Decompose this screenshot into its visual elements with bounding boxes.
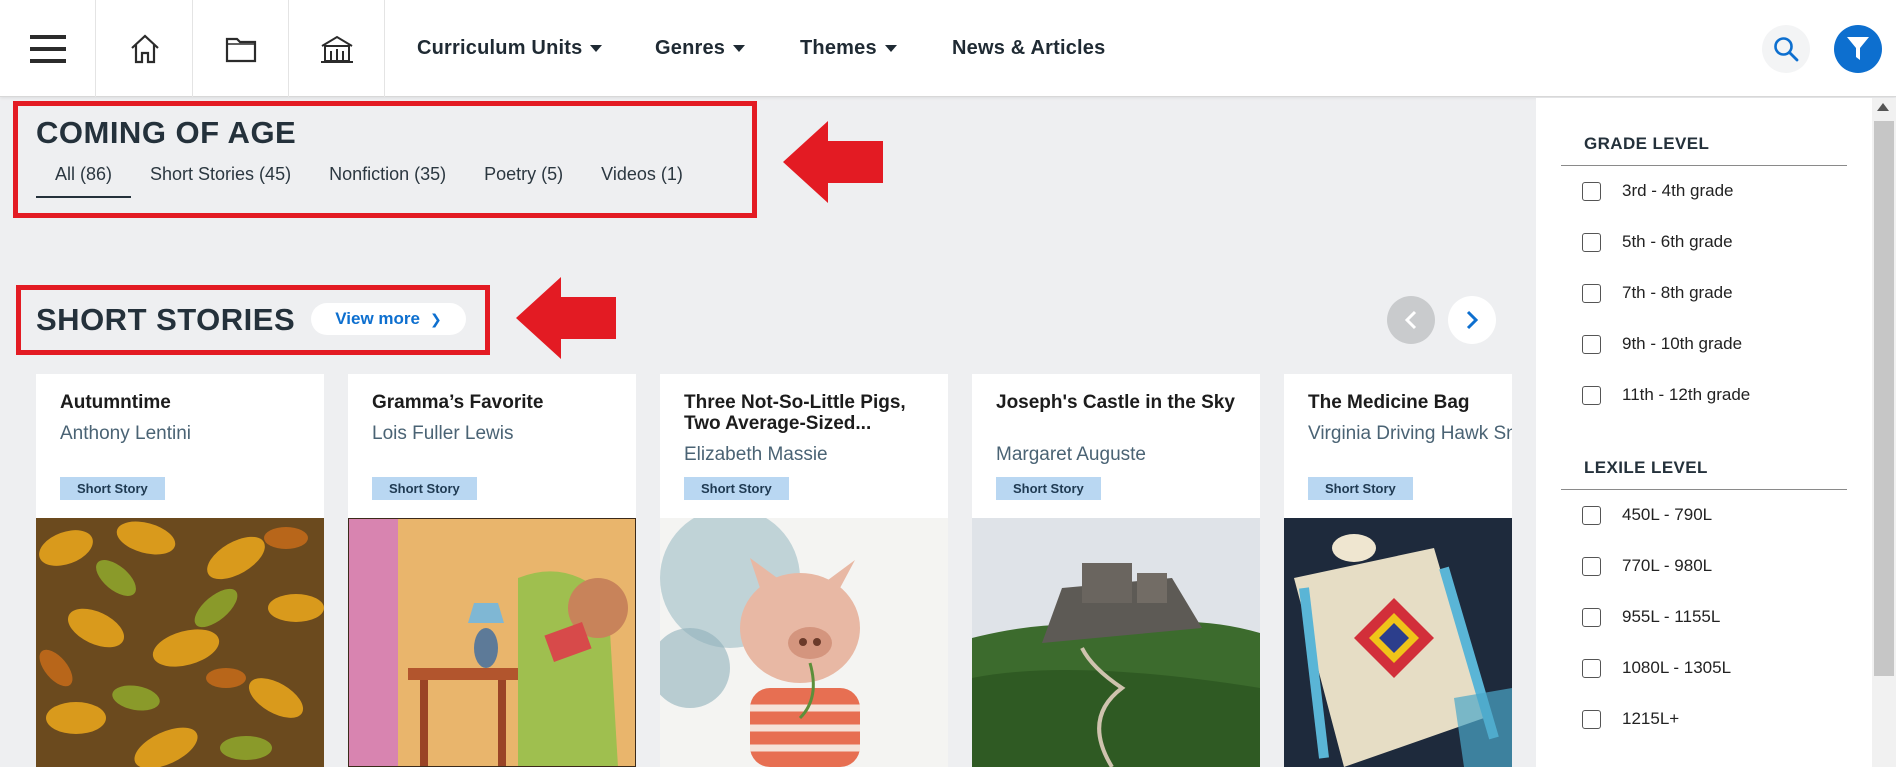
chevron-down-icon <box>733 45 746 52</box>
lexile-filter-label: 955L - 1155L <box>1622 607 1721 626</box>
checkbox[interactable] <box>1582 334 1601 354</box>
checkbox[interactable] <box>1582 709 1601 729</box>
nav-genres-label: Genres <box>655 37 726 59</box>
checkbox[interactable] <box>1582 505 1601 525</box>
genre-badge: Short Story <box>60 477 165 500</box>
grade-filter-option[interactable]: 7th - 8th grade <box>1582 283 1733 303</box>
story-title[interactable]: Three Not-So-Little Pigs, Two Average-Si… <box>684 392 936 434</box>
lexile-filter-option[interactable]: 450L - 790L <box>1582 505 1712 525</box>
home-button[interactable] <box>97 0 193 97</box>
search-button[interactable] <box>1762 25 1810 73</box>
story-author[interactable]: Virginia Driving Hawk Sneve <box>1308 423 1512 445</box>
story-image-illustration-living-room[interactable] <box>348 518 636 767</box>
checkbox[interactable] <box>1582 232 1601 252</box>
lexile-filter-option[interactable]: 1215L+ <box>1582 709 1679 729</box>
folder-button[interactable] <box>193 0 289 97</box>
story-title[interactable]: Autumntime <box>60 392 312 413</box>
nav-news-articles[interactable]: News & Articles <box>952 0 1105 97</box>
menu-icon <box>29 34 66 63</box>
menu-button[interactable] <box>0 0 96 97</box>
library-button[interactable] <box>289 0 385 97</box>
checkbox[interactable] <box>1582 658 1601 678</box>
grade-filter-label: 3rd - 4th grade <box>1622 181 1734 200</box>
story-card[interactable]: Joseph's Castle in the Sky Margaret Augu… <box>972 374 1260 767</box>
story-author[interactable]: Margaret Auguste <box>996 444 1146 466</box>
carousel-next-button[interactable] <box>1448 296 1496 344</box>
folder-icon <box>225 37 256 62</box>
lexile-filter-option[interactable]: 770L - 980L <box>1582 556 1712 576</box>
chevron-down-icon <box>884 45 897 52</box>
nav-curriculum-units[interactable]: Curriculum Units <box>417 0 603 97</box>
checkbox[interactable] <box>1582 556 1601 576</box>
top-navigation-bar: Curriculum Units Genres Themes News & Ar… <box>0 0 1896 97</box>
lexile-filter-label: 1215L+ <box>1622 709 1680 728</box>
lexile-filter-option[interactable]: 1080L - 1305L <box>1582 658 1731 678</box>
story-card[interactable]: Gramma’s Favorite Lois Fuller Lewis Shor… <box>348 374 636 767</box>
checkbox[interactable] <box>1582 607 1601 627</box>
genre-badge: Short Story <box>996 477 1101 500</box>
annotation-box-theme <box>13 101 757 218</box>
annotation-box-short-stories <box>16 285 490 355</box>
lexile-filter-label: 450L - 790L <box>1622 505 1713 524</box>
search-icon <box>1774 37 1799 62</box>
grade-filter-label: 11th - 12th grade <box>1622 385 1751 404</box>
story-card[interactable]: Three Not-So-Little Pigs, Two Average-Si… <box>660 374 948 767</box>
lexile-filter-label: 770L - 980L <box>1622 556 1713 575</box>
filter-button[interactable] <box>1834 25 1882 73</box>
story-image-illustration-pig[interactable] <box>660 518 948 767</box>
lexile-filter-option[interactable]: 955L - 1155L <box>1582 607 1720 627</box>
grade-level-heading: GRADE LEVEL <box>1584 134 1710 153</box>
story-image-beaded-bag[interactable] <box>1284 518 1512 767</box>
divider <box>1561 489 1847 490</box>
story-author[interactable]: Anthony Lentini <box>60 423 191 445</box>
story-image-autumn-leaves[interactable] <box>36 518 324 767</box>
grade-filter-label: 7th - 8th grade <box>1622 283 1733 302</box>
story-author[interactable]: Elizabeth Massie <box>684 444 828 466</box>
story-title[interactable]: Gramma’s Favorite <box>372 392 624 413</box>
story-card[interactable]: Autumntime Anthony Lentini Short Story <box>36 374 324 767</box>
checkbox[interactable] <box>1582 385 1601 405</box>
lexile-level-heading: LEXILE LEVEL <box>1584 458 1708 477</box>
annotation-arrow-icon <box>783 121 883 203</box>
nav-themes[interactable]: Themes <box>800 0 897 97</box>
lexile-filter-label: 1080L - 1305L <box>1622 658 1732 677</box>
carousel-prev-button[interactable] <box>1387 296 1435 344</box>
story-title[interactable]: The Medicine Bag <box>1308 392 1512 413</box>
genre-badge: Short Story <box>684 477 789 500</box>
grade-filter-option[interactable]: 11th - 12th grade <box>1582 385 1750 405</box>
grade-filter-label: 9th - 10th grade <box>1622 334 1743 353</box>
story-title[interactable]: Joseph's Castle in the Sky <box>996 392 1248 413</box>
grade-filter-option[interactable]: 3rd - 4th grade <box>1582 181 1734 201</box>
annotation-arrow-icon <box>516 277 616 359</box>
scroll-up-arrow-icon[interactable] <box>1877 103 1889 111</box>
checkbox[interactable] <box>1582 283 1601 303</box>
checkbox[interactable] <box>1582 181 1601 201</box>
nav-genres[interactable]: Genres <box>655 0 746 97</box>
chevron-left-icon <box>1404 310 1417 330</box>
library-icon <box>320 35 353 63</box>
nav-curriculum-units-label: Curriculum Units <box>417 37 583 59</box>
genre-badge: Short Story <box>372 477 477 500</box>
divider <box>1561 165 1847 166</box>
chevron-right-icon <box>1466 310 1479 330</box>
story-card[interactable]: The Medicine Bag Virginia Driving Hawk S… <box>1284 374 1512 767</box>
genre-badge: Short Story <box>1308 477 1413 500</box>
grade-filter-option[interactable]: 9th - 10th grade <box>1582 334 1742 354</box>
grade-filter-label: 5th - 6th grade <box>1622 232 1733 251</box>
grade-filter-option[interactable]: 5th - 6th grade <box>1582 232 1733 252</box>
nav-themes-label: Themes <box>800 37 877 59</box>
home-icon <box>130 34 159 63</box>
nav-news-articles-label: News & Articles <box>952 37 1106 59</box>
chevron-down-icon <box>590 45 603 52</box>
story-image-hilltop-fortress[interactable] <box>972 518 1260 767</box>
scrollbar-thumb[interactable] <box>1874 121 1894 676</box>
story-author[interactable]: Lois Fuller Lewis <box>372 423 514 445</box>
filter-icon <box>1847 37 1869 60</box>
